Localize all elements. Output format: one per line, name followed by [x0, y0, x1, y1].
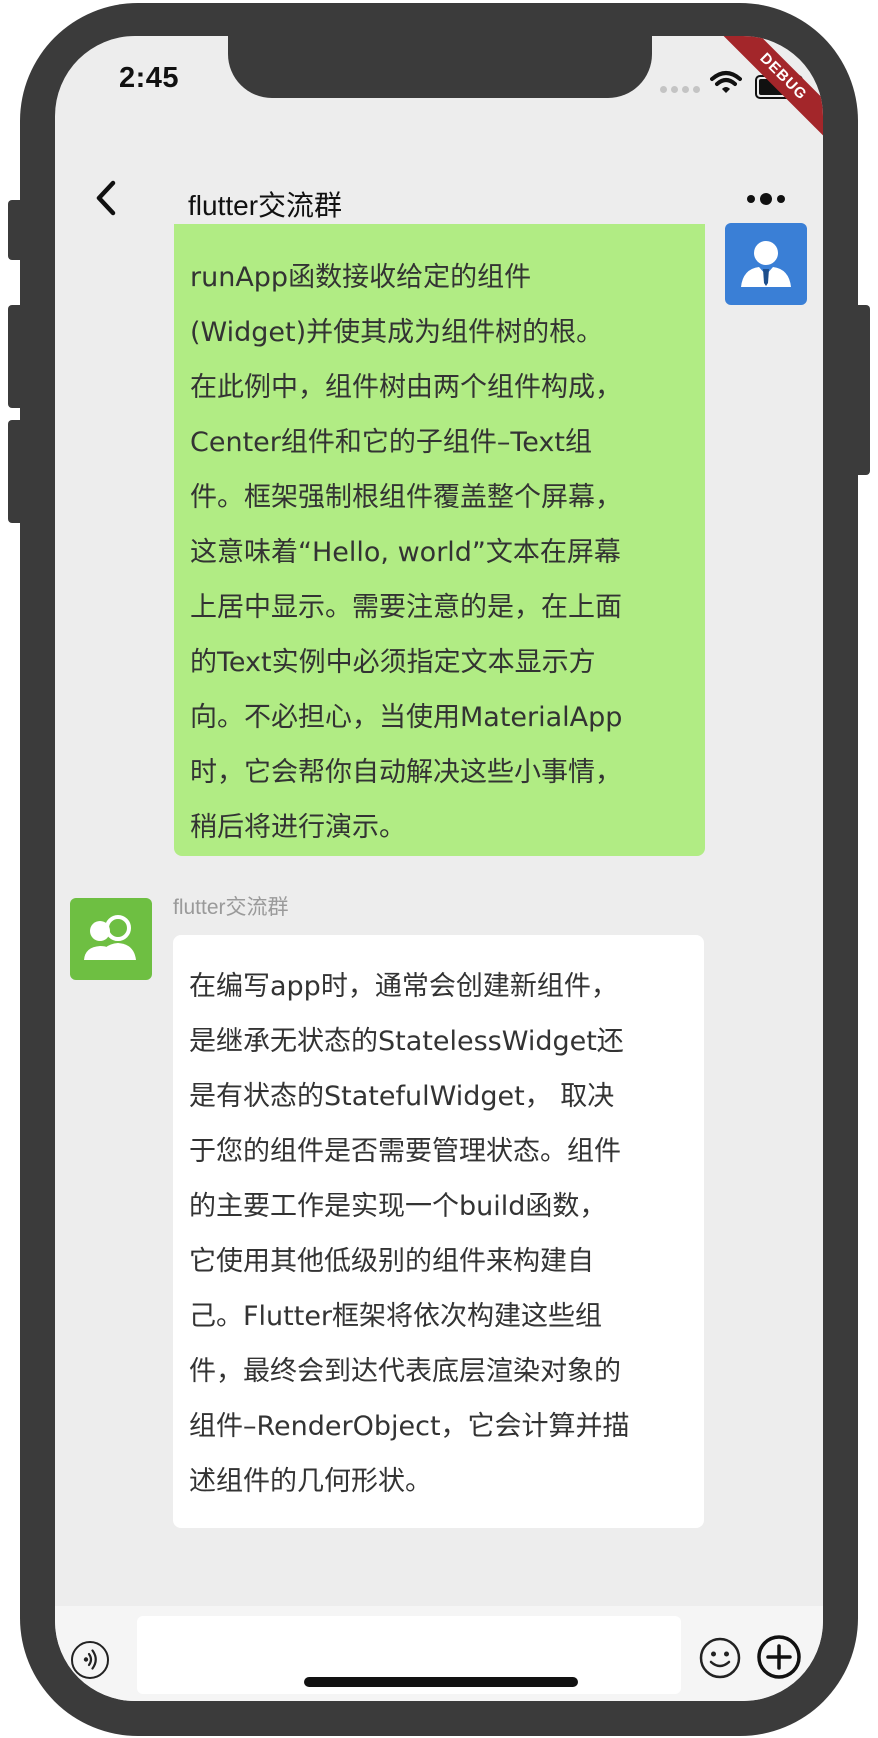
page-title: flutter交流群 [188, 190, 343, 221]
message-line: 己。Flutter框架将依次构建这些组 [189, 1301, 603, 1332]
wifi-icon [710, 71, 742, 93]
message-line: 这意味着“Hello, world”文本在屏幕 [190, 537, 621, 568]
message-line: 组件–RenderObject，它会计算并描 [189, 1411, 630, 1442]
home-indicator[interactable] [304, 1677, 578, 1687]
sent-message-bubble: runApp函数接收给定的组件 (Widget)并使其成为组件树的根。 在此例中… [174, 224, 705, 856]
group-avatar[interactable] [70, 898, 152, 980]
group-icon [84, 915, 136, 960]
message-line: 稍后将进行演示。 [190, 812, 406, 843]
person-icon [741, 241, 791, 287]
more-dots-icon[interactable] [747, 184, 787, 214]
status-time: 2:45 [119, 62, 180, 94]
received-message-bubble: 在编写app时，通常会创建新组件， 是继承无状态的StatelessWidget… [173, 935, 704, 1528]
message-line: 是继承无状态的StatelessWidget还 [189, 1026, 624, 1057]
message-line: 上居中显示。需要注意的是，在上面 [190, 592, 622, 623]
message-line: 在编写app时，通常会创建新组件， [189, 971, 618, 1002]
message-line: (Widget)并使其成为组件树的根。 [190, 317, 604, 348]
message-line: 它使用其他低级别的组件来构建自 [189, 1246, 594, 1277]
message-line: 件。框架强制根组件覆盖整个屏幕， [190, 482, 622, 513]
message-line: 时，它会帮你自动解决这些小事情， [190, 757, 622, 788]
message-line: runApp函数接收给定的组件 [190, 262, 532, 293]
notch [228, 36, 652, 98]
message-line: 向。不必担心，当使用MaterialApp [190, 702, 623, 733]
message-line: Center组件和它的子组件–Text组 [190, 427, 592, 458]
message-line: 在此例中，组件树由两个组件构成， [190, 372, 622, 403]
message-line: 于您的组件是否需要管理状态。组件 [189, 1136, 621, 1167]
sender-name: flutter交流群 [173, 896, 289, 919]
message-line: 的主要工作是实现一个build函数， [189, 1191, 607, 1222]
message-line: 件，最终会到达代表底层渲染对象的 [189, 1356, 621, 1387]
chevron-left-icon[interactable] [89, 180, 125, 216]
emoji-icon[interactable] [698, 1636, 742, 1680]
message-line: 述组件的几何形状。 [189, 1466, 432, 1497]
volume-up-button [8, 305, 22, 408]
voice-icon[interactable] [71, 1641, 109, 1679]
message-line: 是有状态的StatefulWidget， 取决 [189, 1081, 615, 1112]
cellular-signal-icon [660, 86, 700, 93]
plus-circle-icon[interactable] [756, 1634, 802, 1680]
volume-down-button [8, 420, 22, 523]
mute-switch [8, 200, 22, 260]
phone-screen: 2:45 DEBUG flutter交流群 runApp函数接收给定的组件 (W… [55, 36, 823, 1701]
user-avatar[interactable] [725, 223, 807, 305]
message-line: 的Text实例中必须指定文本显示方 [190, 647, 596, 678]
power-button [856, 305, 870, 475]
